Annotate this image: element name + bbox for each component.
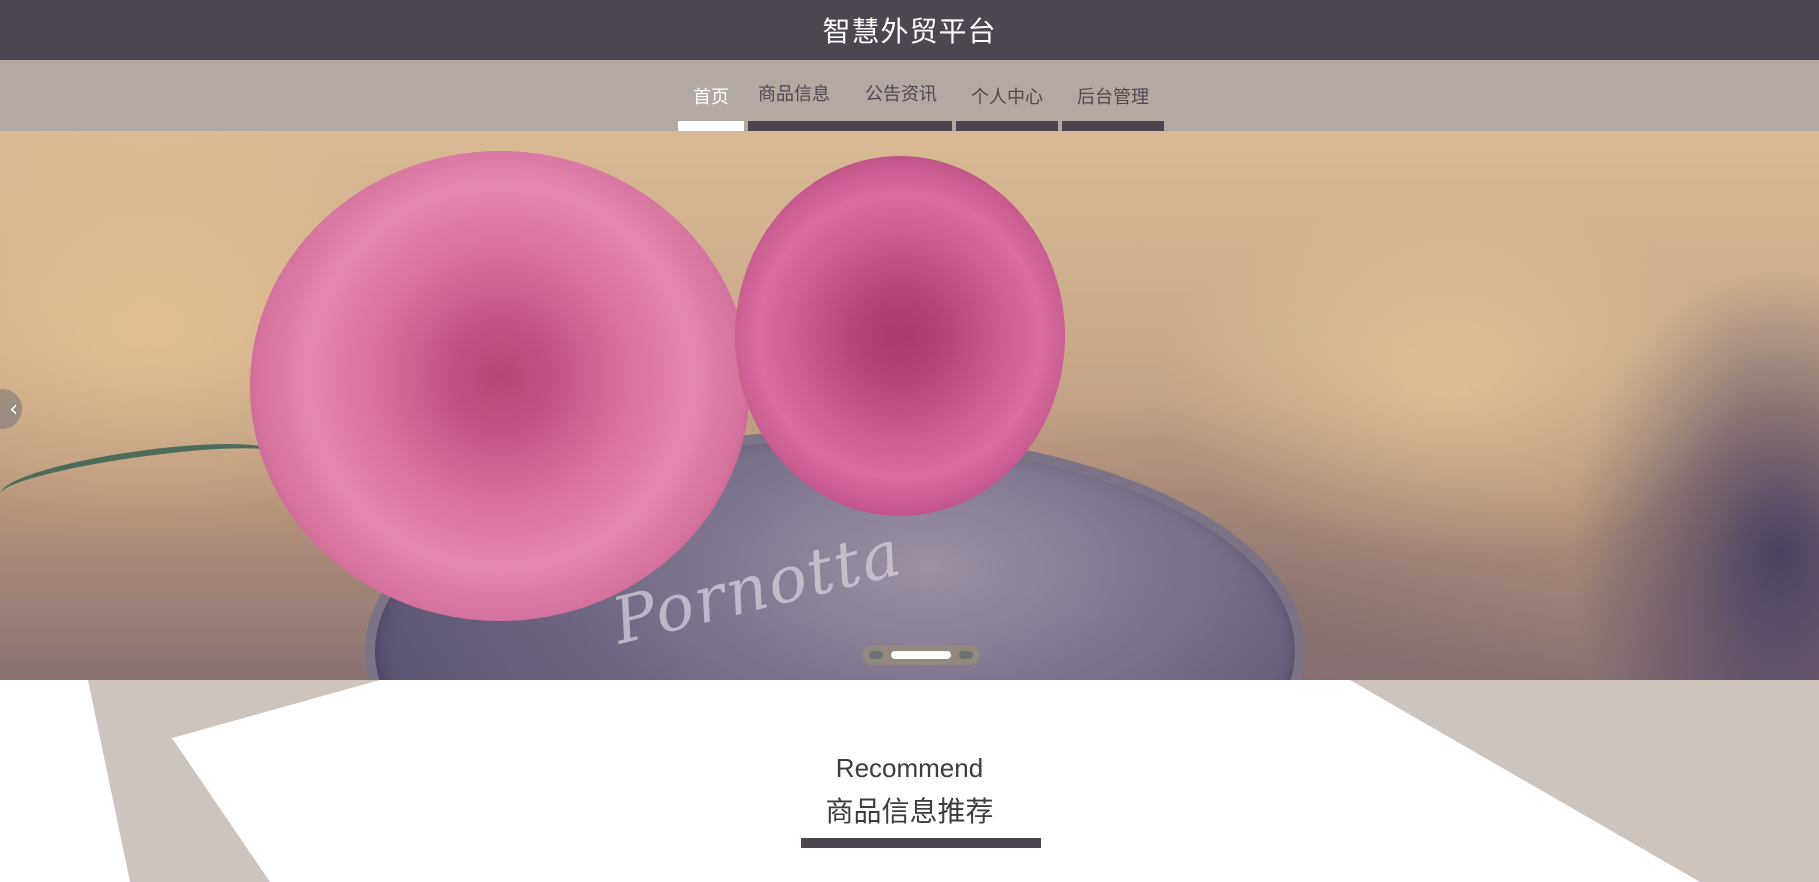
nav-item-label: 商品信息 bbox=[758, 84, 830, 105]
site-title: 智慧外贸平台 bbox=[822, 15, 997, 48]
nav-item-profile[interactable]: 个人中心 bbox=[956, 60, 1058, 131]
nav-underline bbox=[1062, 121, 1164, 131]
nav-item-label-notices[interactable]: 公告资讯 bbox=[865, 80, 937, 106]
nav-item-label: 首页 bbox=[693, 86, 729, 108]
nav-item-products[interactable]: 商品信息 公告资讯 bbox=[748, 60, 952, 131]
recommend-underline bbox=[801, 838, 1041, 848]
banner-carousel[interactable]: Pornotta ‹ bbox=[0, 131, 1819, 680]
carousel-indicators bbox=[862, 645, 980, 665]
recommend-title-en: Recommend bbox=[835, 753, 984, 783]
recommend-section: Recommend 商品信息推荐 bbox=[0, 680, 1819, 882]
nav-active-indicator bbox=[678, 121, 744, 131]
nav-item-label: 后台管理 bbox=[1077, 86, 1149, 108]
carousel-dot-active[interactable] bbox=[891, 651, 951, 659]
carousel-dot[interactable] bbox=[959, 651, 973, 659]
carousel-dot[interactable] bbox=[869, 651, 883, 659]
nav-underline bbox=[956, 121, 1058, 131]
recommend-title-cn: 商品信息推荐 bbox=[825, 795, 994, 828]
site-header: 智慧外贸平台 bbox=[0, 0, 1819, 60]
nav-item-home[interactable]: 首页 bbox=[678, 60, 744, 131]
main-nav: 首页 商品信息 公告资讯 个人中心 后台管理 bbox=[0, 60, 1819, 131]
rose-stem-image bbox=[0, 431, 282, 517]
chevron-left-icon[interactable]: ‹ bbox=[0, 389, 22, 429]
nav-underline bbox=[748, 121, 952, 131]
rose-image-large bbox=[250, 151, 750, 621]
nav-item-label: 个人中心 bbox=[971, 86, 1043, 108]
nav-item-admin[interactable]: 后台管理 bbox=[1062, 60, 1164, 131]
rose-image-small bbox=[735, 156, 1065, 516]
